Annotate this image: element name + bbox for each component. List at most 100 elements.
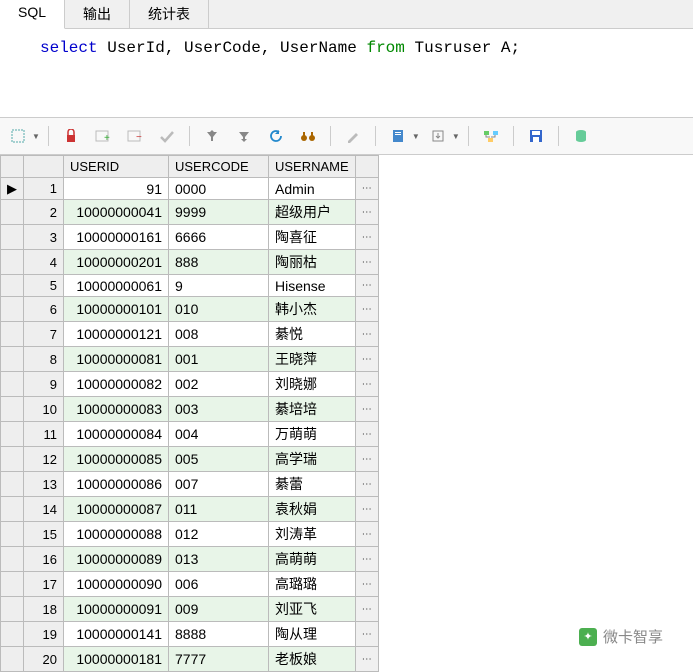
cell-userid[interactable]: 10000000041 (64, 200, 169, 225)
cell-username[interactable]: 高璐璐 (269, 572, 356, 597)
table-row[interactable]: 3100000001616666陶喜征⋯ (1, 225, 379, 250)
table-row[interactable]: 1210000000085005高学瑞⋯ (1, 447, 379, 472)
cell-userid[interactable]: 10000000087 (64, 497, 169, 522)
cell-userid[interactable]: 10000000201 (64, 250, 169, 275)
cell-usercode[interactable]: 9 (169, 275, 269, 297)
cell-usercode[interactable]: 009 (169, 597, 269, 622)
result-grid[interactable]: USERID USERCODE USERNAME ▶1910000Admin⋯2… (0, 155, 693, 672)
cell-usercode[interactable]: 012 (169, 522, 269, 547)
col-header-username[interactable]: USERNAME (269, 156, 356, 178)
lock-icon[interactable] (57, 124, 85, 148)
filter-down-icon[interactable] (230, 124, 258, 148)
cell-userid[interactable]: 10000000101 (64, 297, 169, 322)
table-row[interactable]: 1610000000089013高萌萌⋯ (1, 547, 379, 572)
cell-more-icon[interactable]: ⋯ (355, 397, 378, 422)
table-row[interactable]: 1410000000087011袁秋娟⋯ (1, 497, 379, 522)
cell-username[interactable]: 万萌萌 (269, 422, 356, 447)
cell-more-icon[interactable]: ⋯ (355, 322, 378, 347)
dropdown-icon[interactable]: ▼ (32, 132, 40, 141)
cell-usercode[interactable]: 013 (169, 547, 269, 572)
cell-usercode[interactable]: 010 (169, 297, 269, 322)
cell-userid[interactable]: 10000000083 (64, 397, 169, 422)
cell-username[interactable]: 陶喜征 (269, 225, 356, 250)
refresh-icon[interactable] (262, 124, 290, 148)
cell-username[interactable]: 陶从理 (269, 622, 356, 647)
binoculars-icon[interactable] (294, 124, 322, 148)
cell-userid[interactable]: 10000000091 (64, 597, 169, 622)
cell-userid[interactable]: 10000000081 (64, 347, 169, 372)
add-record-icon[interactable]: + (89, 124, 117, 148)
cell-username[interactable]: 綦悦 (269, 322, 356, 347)
table-row[interactable]: 1810000000091009刘亚飞⋯ (1, 597, 379, 622)
cell-more-icon[interactable]: ⋯ (355, 178, 378, 200)
delete-record-icon[interactable]: − (121, 124, 149, 148)
cell-userid[interactable]: 10000000121 (64, 322, 169, 347)
table-row[interactable]: 1310000000086007綦蕾⋯ (1, 472, 379, 497)
tab-sql[interactable]: SQL (0, 0, 65, 29)
cell-userid[interactable]: 10000000086 (64, 472, 169, 497)
edit-icon[interactable] (339, 124, 367, 148)
select-icon[interactable] (4, 124, 32, 148)
cell-userid[interactable]: 91 (64, 178, 169, 200)
cell-username[interactable]: 韩小杰 (269, 297, 356, 322)
cell-usercode[interactable]: 7777 (169, 647, 269, 672)
cell-username[interactable]: 刘亚飞 (269, 597, 356, 622)
cell-more-icon[interactable]: ⋯ (355, 275, 378, 297)
cell-more-icon[interactable]: ⋯ (355, 200, 378, 225)
cell-username[interactable]: 超级用户 (269, 200, 356, 225)
cell-username[interactable]: 綦蕾 (269, 472, 356, 497)
table-row[interactable]: 610000000101010韩小杰⋯ (1, 297, 379, 322)
cell-usercode[interactable]: 008 (169, 322, 269, 347)
table-row[interactable]: 1010000000083003綦培培⋯ (1, 397, 379, 422)
cell-more-icon[interactable]: ⋯ (355, 297, 378, 322)
cell-more-icon[interactable]: ⋯ (355, 250, 378, 275)
cell-username[interactable]: 高萌萌 (269, 547, 356, 572)
filter-up-icon[interactable] (198, 124, 226, 148)
export-icon[interactable] (424, 124, 452, 148)
cell-usercode[interactable]: 003 (169, 397, 269, 422)
table-row[interactable]: 1110000000084004万萌萌⋯ (1, 422, 379, 447)
cell-userid[interactable]: 10000000141 (64, 622, 169, 647)
cell-userid[interactable]: 10000000088 (64, 522, 169, 547)
cell-username[interactable]: 刘涛革 (269, 522, 356, 547)
cell-userid[interactable]: 10000000181 (64, 647, 169, 672)
cell-usercode[interactable]: 888 (169, 250, 269, 275)
table-row[interactable]: 910000000082002刘晓娜⋯ (1, 372, 379, 397)
save-icon[interactable] (522, 124, 550, 148)
cell-more-icon[interactable]: ⋯ (355, 372, 378, 397)
cell-usercode[interactable]: 006 (169, 572, 269, 597)
table-row[interactable]: 20100000001817777老板娘⋯ (1, 647, 379, 672)
cell-usercode[interactable]: 6666 (169, 225, 269, 250)
table-row[interactable]: 410000000201888陶丽枯⋯ (1, 250, 379, 275)
cell-more-icon[interactable]: ⋯ (355, 597, 378, 622)
table-row[interactable]: 810000000081001王晓萍⋯ (1, 347, 379, 372)
table-row[interactable]: 710000000121008綦悦⋯ (1, 322, 379, 347)
cell-username[interactable]: 綦培培 (269, 397, 356, 422)
cell-userid[interactable]: 10000000082 (64, 372, 169, 397)
cell-usercode[interactable]: 011 (169, 497, 269, 522)
cell-username[interactable]: 刘晓娜 (269, 372, 356, 397)
cell-username[interactable]: 陶丽枯 (269, 250, 356, 275)
tab-stats[interactable]: 统计表 (130, 0, 209, 28)
table-row[interactable]: 19100000001418888陶从理⋯ (1, 622, 379, 647)
cell-usercode[interactable]: 9999 (169, 200, 269, 225)
cell-more-icon[interactable]: ⋯ (355, 225, 378, 250)
report-icon[interactable] (384, 124, 412, 148)
cell-more-icon[interactable]: ⋯ (355, 647, 378, 672)
cell-userid[interactable]: 10000000090 (64, 572, 169, 597)
sql-editor[interactable]: select UserId, UserCode, UserName from T… (0, 29, 693, 117)
relations-icon[interactable] (477, 124, 505, 148)
cell-more-icon[interactable]: ⋯ (355, 572, 378, 597)
cell-userid[interactable]: 10000000161 (64, 225, 169, 250)
dropdown-icon[interactable]: ▼ (412, 132, 420, 141)
cell-usercode[interactable]: 002 (169, 372, 269, 397)
cell-more-icon[interactable]: ⋯ (355, 522, 378, 547)
cell-username[interactable]: 袁秋娟 (269, 497, 356, 522)
cell-usercode[interactable]: 8888 (169, 622, 269, 647)
cell-usercode[interactable]: 0000 (169, 178, 269, 200)
cell-more-icon[interactable]: ⋯ (355, 347, 378, 372)
cell-more-icon[interactable]: ⋯ (355, 422, 378, 447)
table-row[interactable]: 1710000000090006高璐璐⋯ (1, 572, 379, 597)
table-row[interactable]: ▶1910000Admin⋯ (1, 178, 379, 200)
col-header-usercode[interactable]: USERCODE (169, 156, 269, 178)
